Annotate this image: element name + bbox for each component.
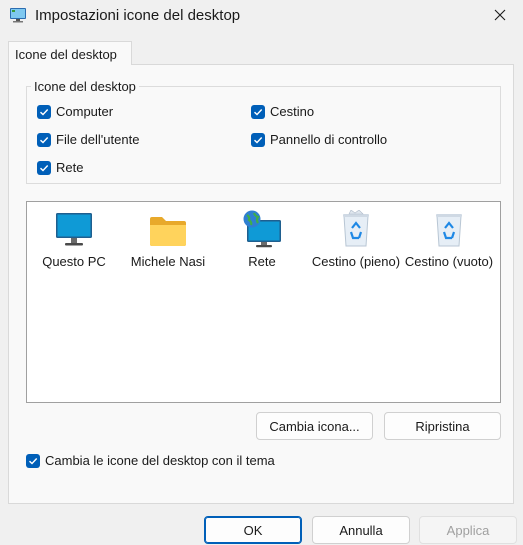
checkbox-checked-icon bbox=[251, 132, 265, 147]
change-icon-button[interactable]: Cambia icona... bbox=[256, 412, 373, 440]
list-item-recycle-bin-empty[interactable]: Cestino (vuoto) bbox=[401, 210, 497, 269]
icon-list[interactable]: Questo PC Michele Nasi Rete Cestino (pie… bbox=[26, 201, 501, 403]
checkbox-checked-icon bbox=[37, 132, 51, 147]
checkbox-recycle-bin[interactable]: Cestino bbox=[251, 104, 314, 119]
checkbox-checked-icon bbox=[26, 453, 40, 468]
checkbox-label: Cestino bbox=[270, 104, 315, 119]
checkbox-label: Computer bbox=[56, 104, 114, 119]
checkbox-label: Pannello di controllo bbox=[270, 132, 388, 147]
checkbox-checked-icon bbox=[251, 104, 265, 119]
checkbox-network[interactable]: Rete bbox=[37, 160, 83, 175]
checkbox-checked-icon bbox=[37, 104, 51, 119]
list-item-this-pc[interactable]: Questo PC bbox=[26, 210, 122, 269]
window-title: Impostazioni icone del desktop bbox=[35, 7, 241, 24]
checkbox-checked-icon bbox=[37, 160, 51, 175]
checkbox-theme-icons[interactable]: Cambia le icone del desktop con il tema bbox=[26, 453, 275, 468]
checkbox-control-panel[interactable]: Pannello di controllo bbox=[251, 132, 387, 147]
group-legend: Icone del desktop bbox=[31, 79, 139, 94]
title-bar: Impostazioni icone del desktop bbox=[0, 0, 523, 32]
monitor-icon bbox=[53, 210, 95, 248]
list-item-user-folder[interactable]: Michele Nasi bbox=[120, 210, 216, 269]
cancel-button[interactable]: Annulla bbox=[312, 516, 410, 544]
close-button[interactable] bbox=[477, 0, 523, 32]
ok-button[interactable]: OK bbox=[204, 516, 302, 544]
recycle-bin-full-icon bbox=[335, 210, 377, 248]
recycle-bin-empty-icon bbox=[428, 210, 470, 248]
checkbox-label: Cambia le icone del desktop con il tema bbox=[45, 453, 275, 468]
folder-icon bbox=[147, 210, 189, 248]
network-icon bbox=[241, 210, 283, 248]
checkbox-user-files[interactable]: File dell'utente bbox=[37, 132, 139, 147]
apply-button[interactable]: Applica bbox=[419, 516, 517, 544]
close-icon bbox=[494, 9, 506, 24]
checkbox-computer[interactable]: Computer bbox=[37, 104, 113, 119]
tab-desktop-icons[interactable]: Icone del desktop bbox=[8, 41, 132, 65]
checkbox-label: Rete bbox=[56, 160, 84, 175]
checkbox-label: File dell'utente bbox=[56, 132, 140, 147]
restore-button[interactable]: Ripristina bbox=[384, 412, 501, 440]
list-item-recycle-bin-full[interactable]: Cestino (pieno) bbox=[308, 210, 404, 269]
desktop-settings-icon bbox=[9, 6, 27, 24]
list-item-network[interactable]: Rete bbox=[214, 210, 310, 269]
